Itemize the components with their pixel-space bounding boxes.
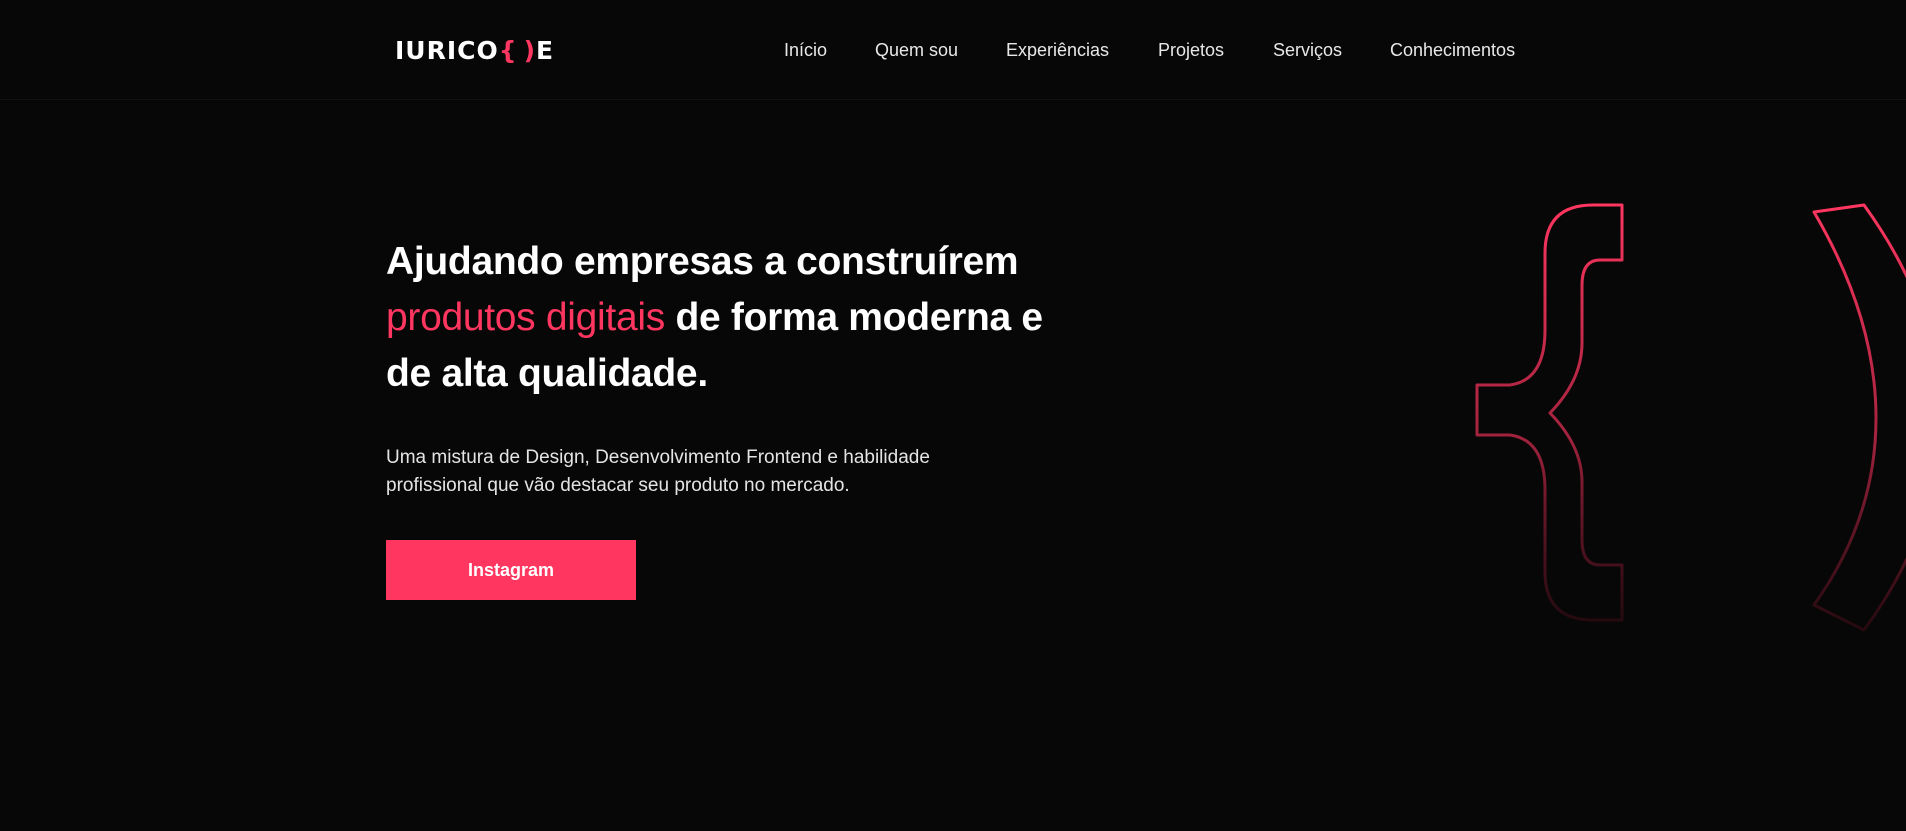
curly-brace-shape: [1475, 203, 1624, 622]
nav-item-conhecimentos[interactable]: Conhecimentos: [1390, 38, 1515, 62]
logo-paren: ): [523, 35, 537, 65]
nav-item-quem-sou[interactable]: Quem sou: [875, 38, 958, 62]
site-logo[interactable]: IURICO{) E: [395, 34, 554, 66]
nav-item-inicio[interactable]: Início: [784, 38, 827, 62]
site-header: IURICO{) E Início Quem sou Experiências P…: [0, 0, 1906, 100]
nav-item-experiencias[interactable]: Experiências: [1006, 38, 1109, 62]
logo-brace: {: [498, 35, 518, 65]
instagram-button[interactable]: Instagram: [386, 540, 636, 600]
hero-title: Ajudando empresas a construírem produtos …: [386, 234, 1066, 402]
logo-prefix: IURICO: [395, 35, 499, 65]
page: IURICO{) E Início Quem sou Experiências P…: [0, 0, 1906, 831]
nav-item-projetos[interactable]: Projetos: [1158, 38, 1224, 62]
nav-item-servicos[interactable]: Serviços: [1273, 38, 1342, 62]
hero-title-part1: Ajudando empresas a construírem: [386, 240, 1019, 283]
logo-suffix: E: [536, 35, 555, 65]
curly-brace-paren-outline-icon: [1475, 203, 1906, 632]
hero-title-highlight: produtos digitais: [386, 296, 665, 339]
parenthesis-shape: [1812, 203, 1906, 632]
hero-subtitle: Uma mistura de Design, Desenvolvimento F…: [386, 447, 930, 496]
